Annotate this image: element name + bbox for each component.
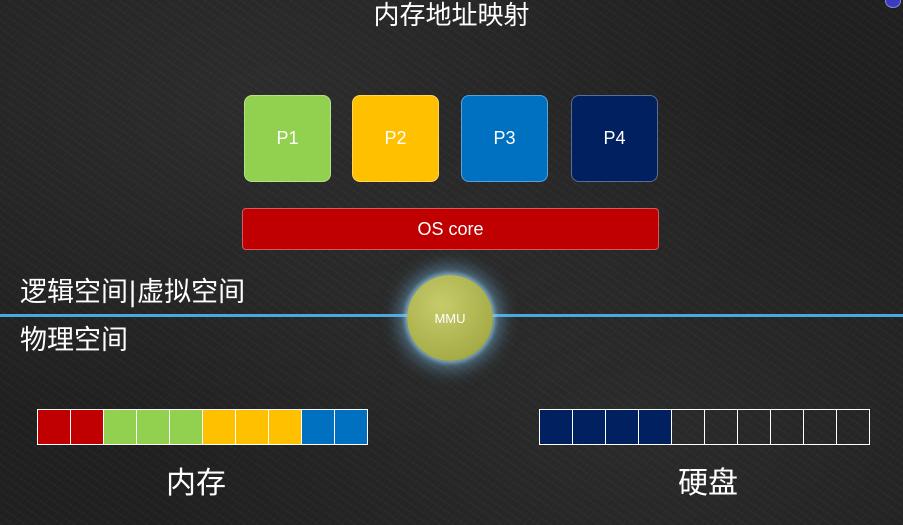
process-box-p1: P1	[244, 95, 331, 182]
disk-block	[771, 410, 804, 444]
mmu-circle: MMU	[407, 275, 493, 361]
memory-block	[170, 410, 203, 444]
memory-block	[137, 410, 170, 444]
memory-block	[269, 410, 302, 444]
disk-label: 硬盘	[678, 466, 738, 501]
memory-label: 内存	[166, 466, 226, 501]
memory-block	[335, 410, 368, 444]
disk-block	[837, 410, 870, 444]
memory-block	[236, 410, 269, 444]
memory-block-row	[37, 409, 368, 445]
memory-block	[71, 410, 104, 444]
process-box-p2: P2	[352, 95, 439, 182]
memory-block	[38, 410, 71, 444]
page-title: 内存地址映射	[373, 1, 530, 31]
disk-block	[573, 410, 606, 444]
disk-block	[606, 410, 639, 444]
process-box-p4: P4	[571, 95, 658, 182]
disk-block	[672, 410, 705, 444]
memory-block	[203, 410, 236, 444]
process-box-p3: P3	[461, 95, 548, 182]
disk-block	[540, 410, 573, 444]
memory-block	[104, 410, 137, 444]
physical-space-label: 物理空间	[20, 325, 128, 356]
logical-space-label: 逻辑空间|虚拟空间	[20, 277, 246, 308]
disk-block-row	[539, 409, 870, 445]
memory-block	[302, 410, 335, 444]
disk-block	[705, 410, 738, 444]
os-core-bar: OS core	[242, 208, 659, 250]
disk-block	[738, 410, 771, 444]
disk-block	[804, 410, 837, 444]
disk-block	[639, 410, 672, 444]
